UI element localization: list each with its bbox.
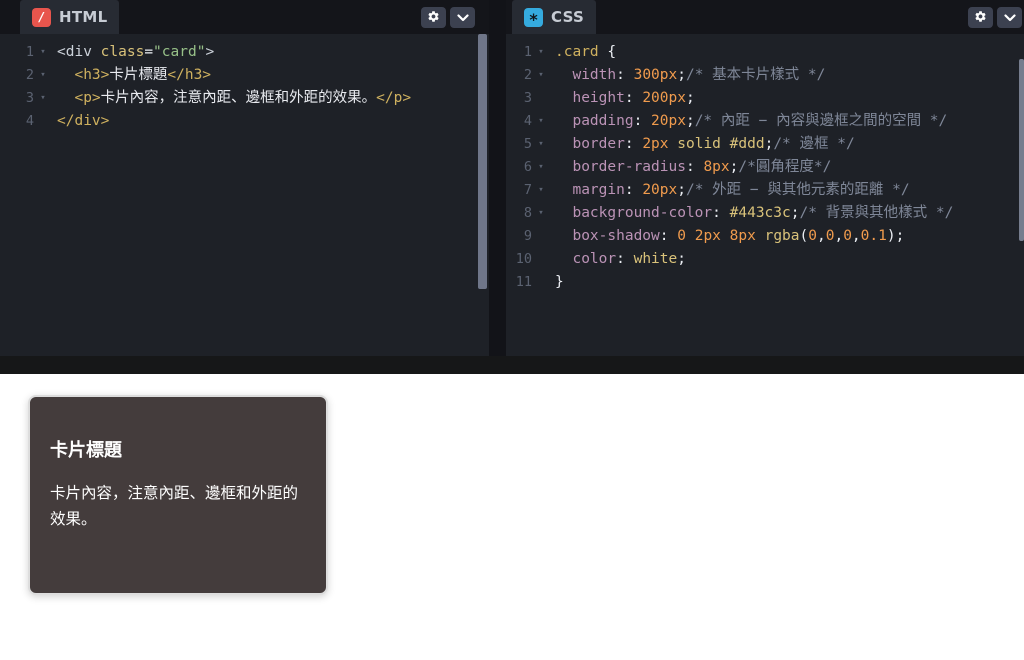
code-line[interactable]: 3 ▾ <p>卡片內容，注意內距、邊框和外距的效果。</p> <box>0 87 489 110</box>
editors-preview-divider[interactable] <box>0 356 1024 374</box>
css-code-area[interactable]: 1 ▾ .card {2 ▾ width: 300px;/* 基本卡片樣式 */3 h… <box>506 34 1024 356</box>
html-header-buttons <box>421 7 475 28</box>
line-number: 2 <box>523 67 532 83</box>
code-line[interactable]: 8 ▾ background-color: #443c3c;/* 背景與其他樣式 … <box>506 202 1024 225</box>
code-text: <p>卡片內容，注意內距、邊框和外距的效果。</p> <box>74 90 412 106</box>
css-panel-header: * CSS <box>506 0 1024 34</box>
code-text: background-color: #443c3c;/* 背景與其他樣式 */ <box>572 205 954 221</box>
html-settings-button[interactable] <box>421 7 446 28</box>
fold-arrow-icon[interactable]: ▾ <box>34 87 52 110</box>
line-number: 4 <box>523 113 532 129</box>
fold-arrow-icon[interactable]: ▾ <box>34 64 52 87</box>
line-number: 10 <box>515 251 532 267</box>
code-line[interactable]: 1 ▾ <div class="card"> <box>0 41 489 64</box>
fold-arrow-icon[interactable]: ▾ <box>532 156 550 179</box>
line-number: 6 <box>523 159 532 175</box>
html-scrollbar[interactable] <box>478 34 487 289</box>
code-text: width: 300px;/* 基本卡片樣式 */ <box>572 67 826 83</box>
line-number: 3 <box>25 90 34 106</box>
css-settings-button[interactable] <box>968 7 993 28</box>
editors-region: / HTML 1 ▾ <div class="card"> 2 ▾ <h3>卡片… <box>0 0 1024 356</box>
code-text: color: white; <box>572 251 686 267</box>
line-number: 9 <box>523 228 532 244</box>
code-line[interactable]: 6 ▾ border-radius: 8px;/*圓角程度*/ <box>506 156 1024 179</box>
css-scrollbar[interactable] <box>1019 59 1024 241</box>
code-line[interactable]: 7 ▾ margin: 20px;/* 外距 − 與其他元素的距離 */ <box>506 179 1024 202</box>
line-number: 8 <box>523 205 532 221</box>
tab-html[interactable]: / HTML <box>20 0 120 34</box>
code-line[interactable]: 10 color: white; <box>506 248 1024 271</box>
gear-icon <box>974 10 987 26</box>
line-number: 11 <box>515 274 532 290</box>
html-code-area[interactable]: 1 ▾ <div class="card"> 2 ▾ <h3>卡片標題</h3> 3 ▾ <… <box>0 34 489 356</box>
tab-css[interactable]: * CSS <box>512 0 597 34</box>
code-editor-app: / HTML 1 ▾ <div class="card"> 2 ▾ <h3>卡片… <box>0 0 1024 660</box>
chevron-down-icon <box>1003 10 1016 25</box>
html-icon: / <box>32 7 51 27</box>
line-number: 5 <box>523 136 532 152</box>
code-line[interactable]: 2 ▾ <h3>卡片標題</h3> <box>0 64 489 87</box>
css-collapse-button[interactable] <box>997 7 1022 28</box>
line-number: 4 <box>25 113 34 129</box>
line-number: 1 <box>25 44 34 60</box>
code-text: border-radius: 8px;/*圓角程度*/ <box>572 159 832 175</box>
code-line[interactable]: 9 box-shadow: 0 2px 8px rgba(0,0,0,0.1); <box>506 225 1024 248</box>
line-number: 1 <box>523 44 532 60</box>
html-panel-header: / HTML <box>0 0 489 34</box>
code-text: margin: 20px;/* 外距 − 與其他元素的距離 */ <box>572 182 910 198</box>
code-line[interactable]: 5 ▾ border: 2px solid #ddd;/* 邊框 */ <box>506 133 1024 156</box>
code-text: height: 200px; <box>572 90 695 106</box>
css-icon: * <box>524 7 543 28</box>
preview-card: 卡片標題 卡片內容，注意內距、邊框和外距的效果。 <box>28 395 328 595</box>
code-text: .card { <box>555 44 617 60</box>
css-tab-label: CSS <box>551 8 585 26</box>
preview-card-body: 卡片內容，注意內距、邊框和外距的效果。 <box>50 484 299 528</box>
code-line[interactable]: 4 </div> <box>0 110 489 133</box>
css-code-lines: 1 ▾ .card {2 ▾ width: 300px;/* 基本卡片樣式 */3 h… <box>506 41 1024 294</box>
line-number: 7 <box>523 182 532 198</box>
line-number: 2 <box>25 67 34 83</box>
html-code-lines: 1 ▾ <div class="card"> 2 ▾ <h3>卡片標題</h3> 3 ▾ <… <box>0 41 489 133</box>
code-line[interactable]: 1 ▾ .card { <box>506 41 1024 64</box>
code-text: padding: 20px;/* 內距 − 內容與邊框之間的空間 */ <box>572 113 948 129</box>
code-line[interactable]: 4 ▾ padding: 20px;/* 內距 − 內容與邊框之間的空間 */ <box>506 110 1024 133</box>
fold-arrow-icon[interactable]: ▾ <box>34 41 52 64</box>
preview-card-title: 卡片標題 <box>50 440 122 461</box>
fold-arrow-icon[interactable]: ▾ <box>532 64 550 87</box>
fold-arrow-icon[interactable]: ▾ <box>532 202 550 225</box>
fold-arrow-icon[interactable]: ▾ <box>532 110 550 133</box>
code-line[interactable]: 3 height: 200px; <box>506 87 1024 110</box>
html-editor-panel: / HTML 1 ▾ <div class="card"> 2 ▾ <h3>卡片… <box>0 0 489 356</box>
panel-resizer[interactable] <box>489 0 506 356</box>
code-text: box-shadow: 0 2px 8px rgba(0,0,0,0.1); <box>572 228 905 244</box>
chevron-down-icon <box>456 10 469 25</box>
code-line[interactable]: 2 ▾ width: 300px;/* 基本卡片樣式 */ <box>506 64 1024 87</box>
code-text: } <box>555 274 564 290</box>
line-number: 3 <box>523 90 532 106</box>
css-header-buttons <box>968 7 1022 28</box>
code-text: </div> <box>57 113 110 129</box>
code-text: <div class="card"> <box>57 44 215 60</box>
code-line[interactable]: 11} <box>506 271 1024 294</box>
preview-pane: 卡片標題 卡片內容，注意內距、邊框和外距的效果。 <box>0 374 1024 660</box>
html-tab-label: HTML <box>59 8 108 26</box>
css-editor-panel: * CSS 1 ▾ .card {2 ▾ width: 300px;/* 基本… <box>506 0 1024 356</box>
fold-arrow-icon[interactable]: ▾ <box>532 41 550 64</box>
code-text: border: 2px solid #ddd;/* 邊框 */ <box>572 136 855 152</box>
fold-arrow-icon[interactable]: ▾ <box>532 133 550 156</box>
fold-arrow-icon[interactable]: ▾ <box>532 179 550 202</box>
gear-icon <box>427 10 440 26</box>
code-text: <h3>卡片標題</h3> <box>74 67 212 83</box>
html-collapse-button[interactable] <box>450 7 475 28</box>
